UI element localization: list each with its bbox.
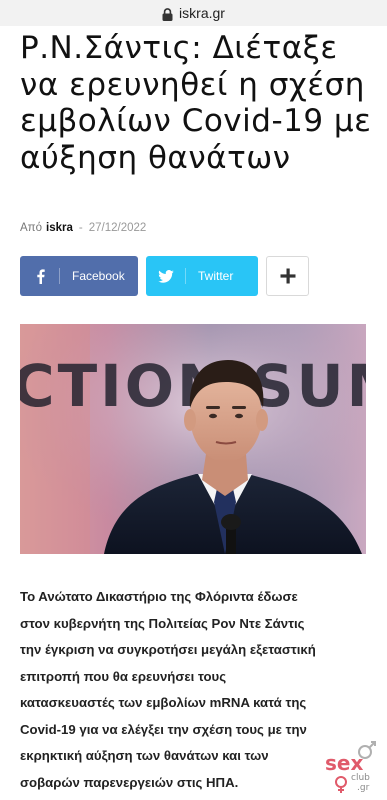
body-line: την έγκριση να συγκροτήσει μεγάλη εξετασ… [20, 642, 316, 657]
body-line: Το Ανώτατο Δικαστήριο της Φλόριντα έδωσε [20, 589, 298, 604]
browser-address-bar[interactable]: iskra.gr [0, 0, 387, 26]
facebook-icon [20, 256, 60, 296]
body-line: επιτροπή που θα ερευνήσει τους [20, 668, 227, 684]
article-title: Ρ.Ν.Σάντις: Διέταξε να ερευνηθεί η σχέση… [20, 30, 372, 176]
body-line: στον κυβερνήτη της Πολιτείας Ρον Ντε Σάν… [20, 615, 305, 631]
body-line: Covid-19 για να ελέγξει την σχέση τους μ… [20, 721, 307, 737]
by-label: Από [20, 222, 43, 234]
watermark-sub: club [351, 773, 370, 783]
facebook-label: Facebook [72, 269, 125, 283]
domain-label: iskra.gr [179, 5, 225, 21]
plus-icon [280, 268, 295, 284]
watermark-tld: .gr [357, 783, 370, 793]
twitter-share-button[interactable]: Twitter [146, 256, 258, 296]
author-link[interactable]: iskra [46, 222, 73, 234]
lock-icon [162, 7, 173, 21]
article-meta: Από iskra - 27/12/2022 [20, 222, 146, 234]
meta-separator: - [78, 222, 83, 234]
body-line: εκρηκτική αύξηση των θανάτων και των [20, 748, 269, 763]
twitter-icon [146, 256, 186, 296]
portrait-illustration: CTION SUM [20, 324, 366, 554]
watermark-logo: sex club .gr [325, 741, 376, 793]
body-line: σοβαρών παρενεργειών στις ΗΠΑ. [20, 774, 239, 790]
facebook-share-button[interactable]: Facebook [20, 256, 138, 296]
publish-date: 27/12/2022 [88, 222, 147, 234]
share-buttons: Facebook Twitter [20, 256, 309, 296]
more-share-button[interactable] [266, 256, 309, 296]
twitter-label: Twitter [198, 269, 234, 283]
article-hero-image: CTION SUM [20, 324, 366, 554]
watermark-brand: sex [325, 751, 363, 775]
body-line: κατασκευαστές των εμβολίων mRNA κατά της [20, 695, 307, 710]
article-body: Το Ανώτατο Δικαστήριο της Φλόριντα έδωσε… [20, 584, 370, 796]
